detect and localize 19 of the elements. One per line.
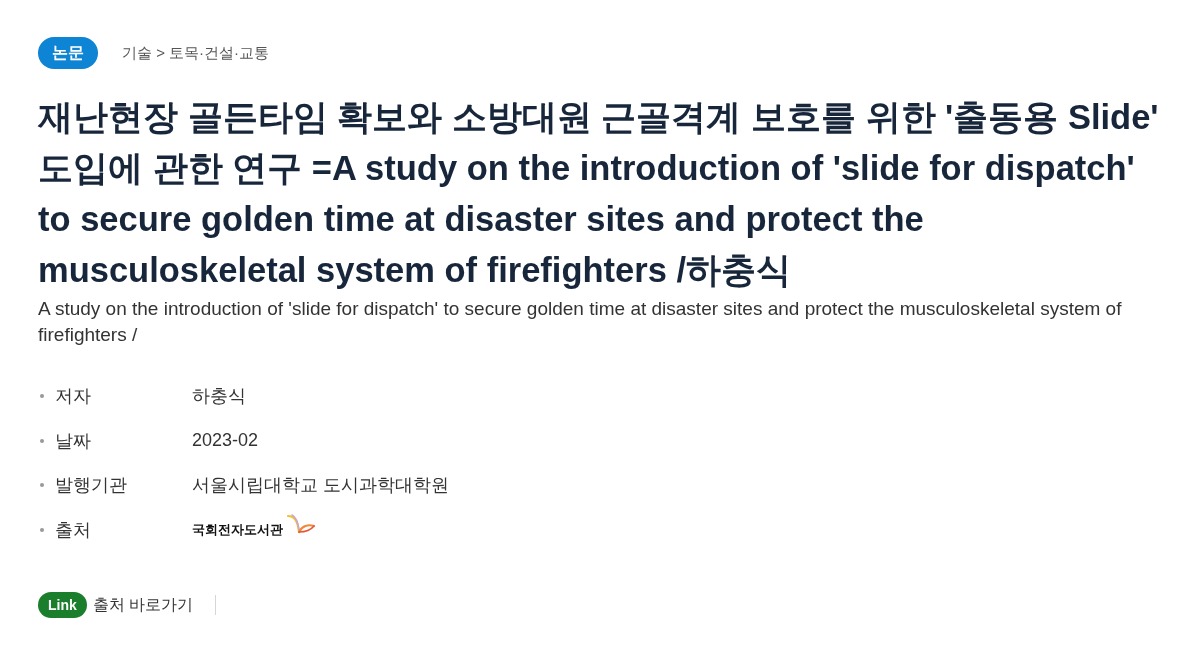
bullet-icon <box>40 394 44 399</box>
detail-label: 저자 <box>55 385 92 409</box>
paper-title: 재난현장 골든타임 확보와 소방대원 근골격계 보호를 위한 '출동용 Slide' 도입에 관한 연구 =A study on the introduction of 'slide for dispatch' to secure golden time at disaster sites and protect the musculoskeletal system of firefighters /하충식 <box>38 97 1160 291</box>
link-badge: Link <box>38 592 87 618</box>
paper-subtitle: A study on the introduction of 'slide for dispatch' to secure golden time at disaster sites and protect the musculoskeletal system of firefighters / <box>38 297 1123 347</box>
source-link[interactable]: 출처 바로가기 <box>92 594 194 616</box>
bullet-icon <box>40 527 44 532</box>
detail-value: 2023-02 <box>192 430 259 452</box>
library-logo-text: 국회전자도서관 <box>192 520 283 539</box>
category-badge: 논문 <box>38 37 98 69</box>
detail-label: 출처 <box>55 518 92 542</box>
detail-label: 발행기관 <box>55 474 128 498</box>
bullet-icon <box>40 483 44 488</box>
bullet-icon <box>40 438 44 443</box>
detail-value: 하충식 <box>192 385 246 409</box>
breadcrumb: 기술 > 토목·건설·교통 <box>122 43 270 63</box>
detail-value: 서울시립대학교 도시과학대학원 <box>192 474 449 498</box>
open-book-icon <box>286 513 316 536</box>
detail-label: 날짜 <box>55 429 92 453</box>
